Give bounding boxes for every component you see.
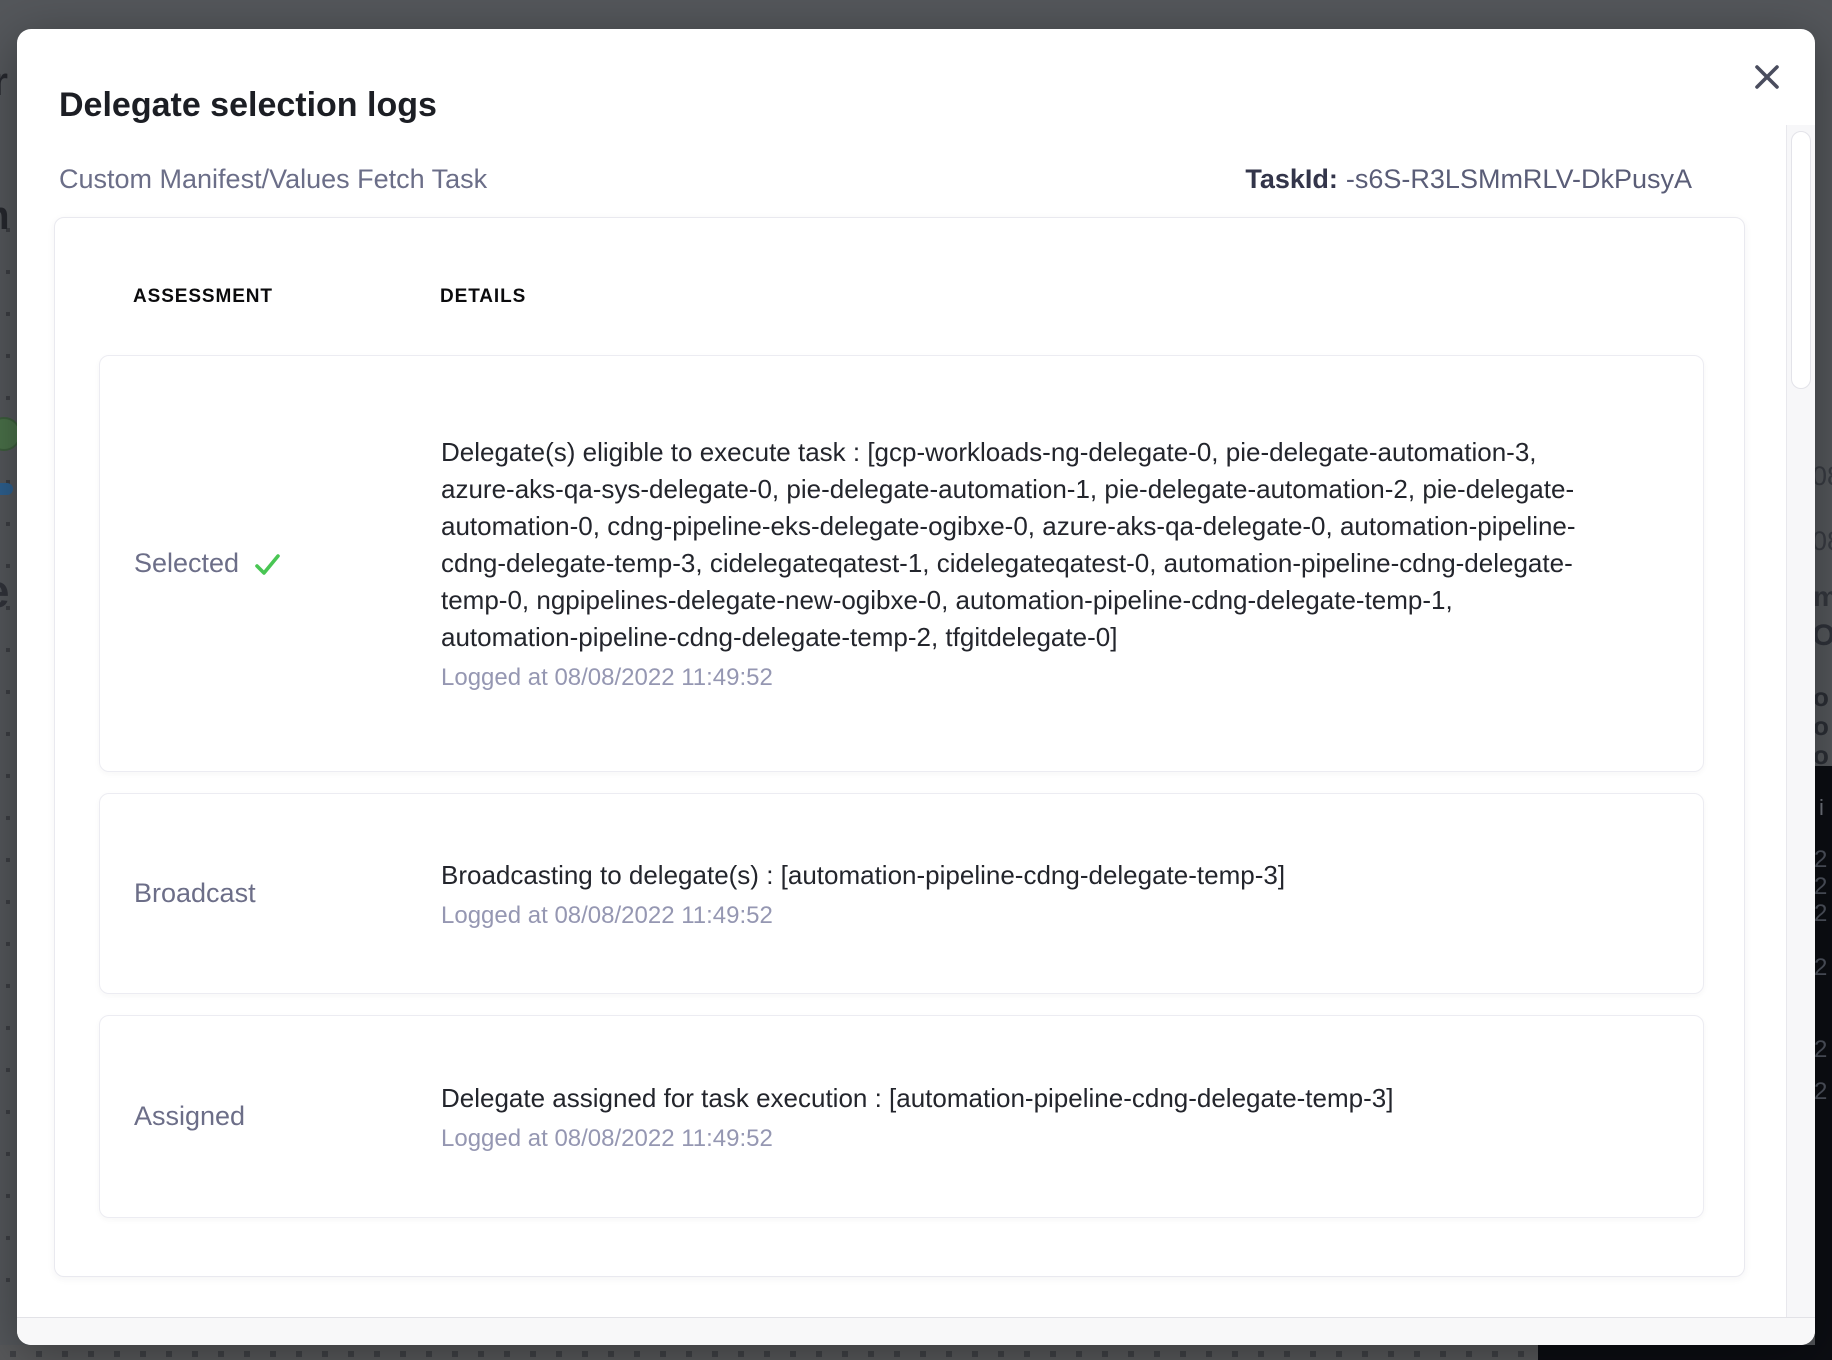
assessment-label: Assigned bbox=[134, 1101, 245, 1132]
assessment-label: Broadcast bbox=[134, 878, 256, 909]
logged-timestamp: Logged at 08/08/2022 11:49:52 bbox=[441, 663, 1591, 693]
logs-table-card: ASSESSMENT DETAILS Selected Delegate(s) … bbox=[54, 217, 1745, 1277]
backdrop-console-corner bbox=[1538, 1345, 1832, 1360]
backdrop-text-fragment: o bbox=[1813, 713, 1829, 739]
details-text: Delegate(s) eligible to execute task : [… bbox=[441, 434, 1591, 656]
table-row: Assigned Delegate assigned for task exec… bbox=[99, 1015, 1704, 1218]
dimmed-backdrop: { "modal": { "title": "Delegate selectio… bbox=[0, 0, 1832, 1360]
details-text: Broadcasting to delegate(s) : [automatio… bbox=[441, 857, 1591, 894]
backdrop-text-fragment: or bbox=[0, 62, 8, 102]
backdrop-text-fragment: o bbox=[1813, 684, 1829, 710]
table-row: Broadcast Broadcasting to delegate(s) : … bbox=[99, 793, 1704, 994]
details-text: Delegate assigned for task execution : [… bbox=[441, 1080, 1591, 1117]
backdrop-dashed-line bbox=[10, 1351, 1538, 1357]
details-cell: Delegate assigned for task execution : [… bbox=[441, 1080, 1591, 1154]
delegate-selection-logs-dialog: Delegate selection logs Custom Manifest/… bbox=[17, 29, 1815, 1345]
backdrop-text-fragment: 2 bbox=[1814, 1080, 1827, 1104]
backdrop-bottom-band bbox=[0, 1345, 1538, 1360]
pipeline-connector-fragment bbox=[0, 483, 13, 495]
check-icon bbox=[251, 548, 283, 580]
close-button[interactable] bbox=[1745, 55, 1789, 99]
backdrop-text-fragment: 08 bbox=[1812, 463, 1832, 490]
task-id: TaskId: -s6S-R3LSMmRLV-DkPusyA bbox=[1245, 163, 1692, 196]
backdrop-text-fragment: 2 bbox=[1814, 956, 1827, 980]
backdrop-text-fragment: re bbox=[0, 568, 9, 614]
task-id-label: TaskId: bbox=[1245, 164, 1338, 194]
dialog-title: Delegate selection logs bbox=[59, 84, 437, 126]
backdrop-text-fragment: O bbox=[1812, 621, 1832, 651]
details-cell: Broadcasting to delegate(s) : [automatio… bbox=[441, 857, 1591, 931]
backdrop-text-fragment: o bbox=[1813, 742, 1829, 768]
backdrop-text-fragment: 2 bbox=[1814, 902, 1827, 926]
assessment-label: Selected bbox=[134, 548, 239, 579]
table-header-row: ASSESSMENT DETAILS bbox=[133, 286, 1704, 308]
backdrop-text-fragment: i bbox=[1819, 797, 1824, 819]
logged-timestamp: Logged at 08/08/2022 11:49:52 bbox=[441, 1124, 1591, 1154]
scrollbar-thumb[interactable] bbox=[1791, 131, 1811, 389]
assessment-cell: Selected bbox=[134, 548, 441, 580]
assessment-cell: Broadcast bbox=[134, 878, 441, 909]
log-rows: Selected Delegate(s) eligible to execute… bbox=[99, 355, 1704, 1239]
backdrop-text-fragment: 2 bbox=[1814, 1038, 1827, 1062]
dialog-footer bbox=[17, 1317, 1815, 1345]
backdrop-dotted-connector bbox=[6, 228, 10, 1290]
backdrop-text-fragment: 2 bbox=[1814, 848, 1827, 872]
logged-timestamp: Logged at 08/08/2022 11:49:52 bbox=[441, 901, 1591, 931]
task-name: Custom Manifest/Values Fetch Task bbox=[59, 163, 487, 196]
column-header-assessment: ASSESSMENT bbox=[133, 286, 440, 308]
close-icon bbox=[1753, 63, 1781, 91]
backdrop-text-fragment: m bbox=[0, 196, 10, 236]
dialog-subheader: Custom Manifest/Values Fetch Task TaskId… bbox=[59, 163, 1692, 196]
modal-scrollbar[interactable] bbox=[1786, 125, 1815, 1317]
backdrop-text-fragment: 08 bbox=[1812, 528, 1832, 555]
column-header-details: DETAILS bbox=[440, 286, 526, 308]
table-row: Selected Delegate(s) eligible to execute… bbox=[99, 355, 1704, 772]
backdrop-text-fragment: m bbox=[1813, 583, 1832, 611]
assessment-cell: Assigned bbox=[134, 1101, 441, 1132]
details-cell: Delegate(s) eligible to execute task : [… bbox=[441, 434, 1591, 693]
task-id-value: -s6S-R3LSMmRLV-DkPusyA bbox=[1346, 164, 1692, 194]
backdrop-text-fragment: 2 bbox=[1814, 875, 1827, 899]
